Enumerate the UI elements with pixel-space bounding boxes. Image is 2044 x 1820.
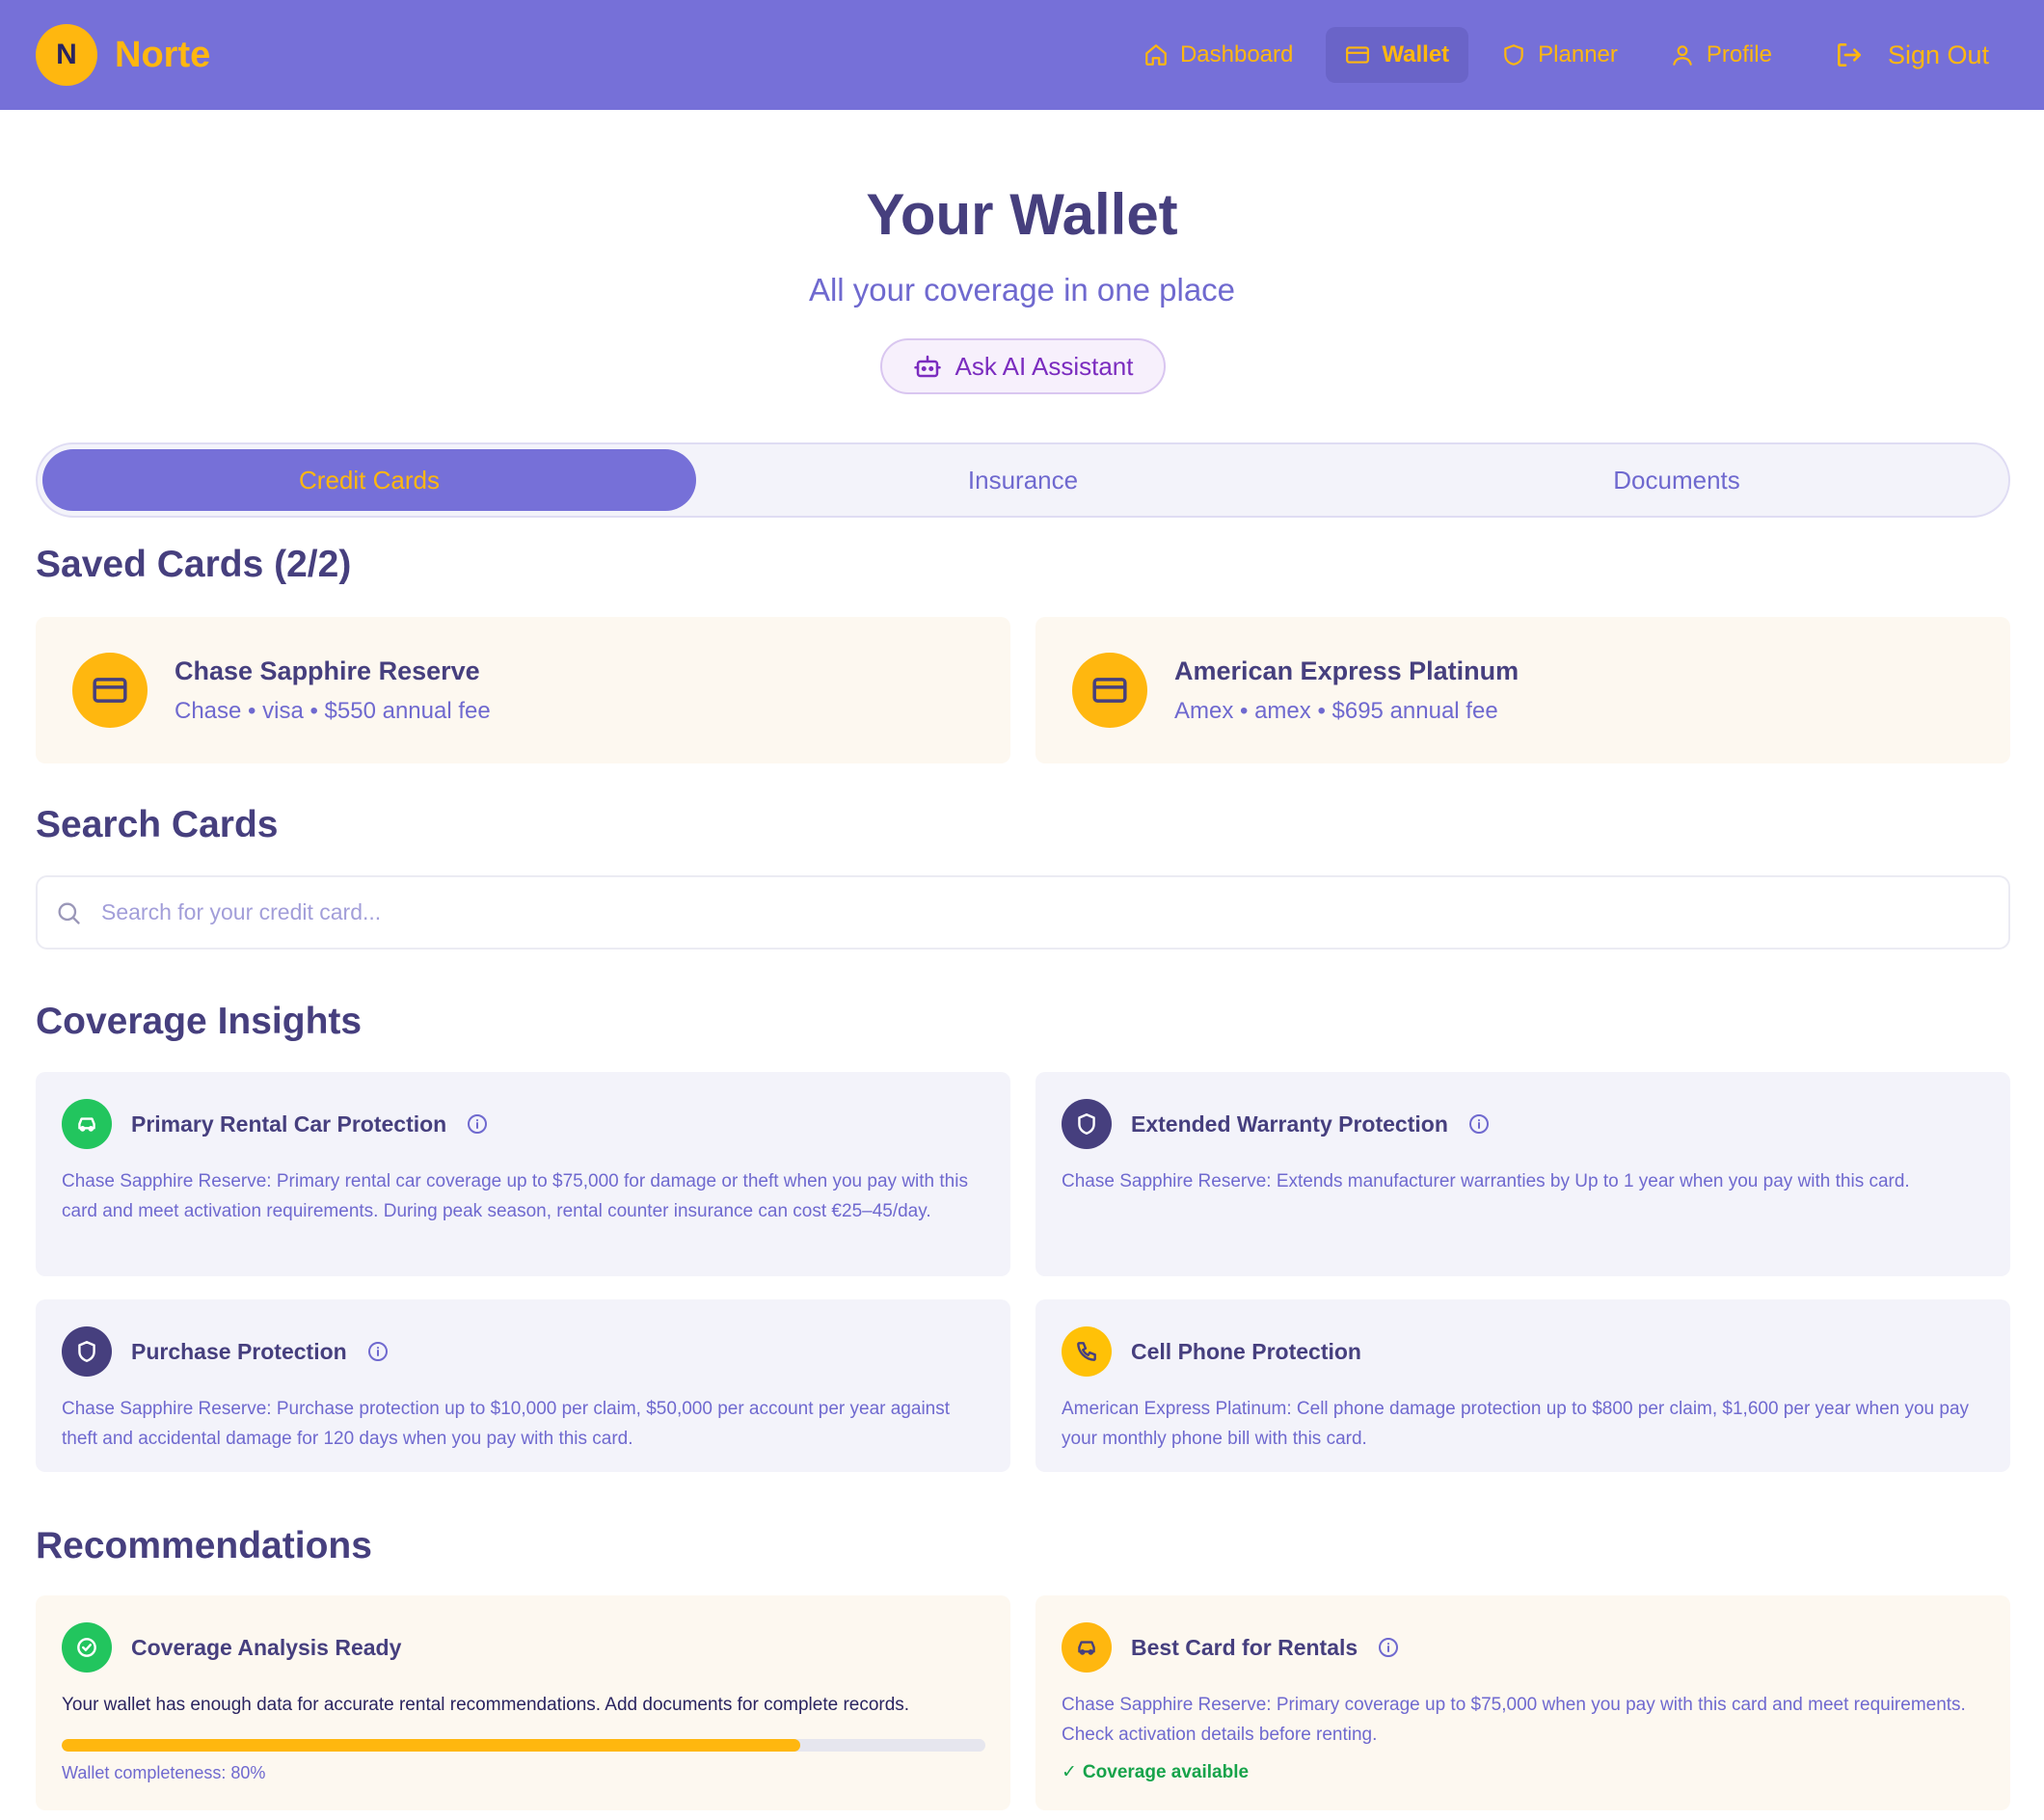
saved-card[interactable]: Chase Sapphire Reserve Chase • visa • $5… [36, 617, 1010, 763]
sign-out-label: Sign Out [1887, 40, 1989, 69]
nav-planner[interactable]: Planner [1482, 27, 1637, 83]
insight-icon-badge [1062, 1099, 1112, 1149]
search-cards-heading: Search Cards [36, 804, 279, 845]
insight-title: Primary Rental Car Protection [131, 1111, 447, 1137]
brand-name: Norte [115, 34, 211, 75]
nav-planner-label: Planner [1538, 41, 1618, 67]
insight-text: American Express Platinum: Cell phone da… [1062, 1399, 1970, 1449]
tab-documents[interactable]: Documents [1350, 449, 2004, 511]
credit-card-icon [1092, 678, 1127, 703]
rec-title: Coverage Analysis Ready [131, 1634, 402, 1660]
top-navbar: N Norte Dashboard Wallet Planner Profile… [0, 0, 2044, 110]
wallet-icon [1346, 46, 1370, 64]
nav-profile-label: Profile [1706, 41, 1772, 67]
credit-card-icon [93, 678, 127, 703]
card-icon-badge [72, 653, 148, 728]
home-icon [1145, 44, 1167, 66]
car-icon-badge [1062, 1622, 1112, 1673]
insight-title: Extended Warranty Protection [1131, 1111, 1448, 1137]
card-name: American Express Platinum [1174, 656, 1520, 685]
insight-icon-badge [1062, 1326, 1112, 1377]
wallet-tabs: Credit Cards Insurance Documents [36, 442, 2010, 518]
coverage-insights-heading: Coverage Insights [36, 1001, 363, 1042]
saved-cards-heading: Saved Cards (2/2) [36, 544, 352, 585]
user-icon [1673, 45, 1692, 66]
car-icon [78, 1117, 95, 1132]
card-icon-badge [1072, 653, 1147, 728]
wallet-completeness-bar [62, 1739, 985, 1752]
check-circle-icon [77, 1638, 96, 1657]
check-icon-badge [62, 1622, 112, 1673]
car-icon [1078, 1641, 1095, 1655]
rec-title: Best Card for Rentals [1131, 1634, 1358, 1660]
insight-title: Purchase Protection [131, 1338, 347, 1364]
info-icon[interactable] [1377, 1636, 1400, 1659]
nav-profile[interactable]: Profile [1651, 27, 1791, 83]
shield-icon [78, 1341, 95, 1362]
coverage-analysis-card: Coverage Analysis Ready Your wallet has … [36, 1595, 1010, 1810]
insight-title: Cell Phone Protection [1131, 1338, 1361, 1364]
shield-icon [1078, 1113, 1095, 1135]
insight-card: Primary Rental Car Protection Chase Sapp… [36, 1072, 1010, 1276]
search-icon [58, 902, 80, 924]
bot-icon [913, 355, 941, 378]
wallet-completeness-label: Wallet completeness: 80% [62, 1763, 266, 1782]
card-search-box [36, 875, 2010, 950]
insight-text: Chase Sapphire Reserve: Primary rental c… [62, 1171, 968, 1221]
card-name: Chase Sapphire Reserve [175, 656, 480, 685]
saved-card[interactable]: American Express Platinum Amex • amex • … [1035, 617, 2010, 763]
ask-ai-label: Ask AI Assistant [955, 351, 1134, 381]
card-meta: Amex • amex • $695 annual fee [1174, 697, 1498, 724]
insight-card: Purchase Protection Chase Sapphire Reser… [36, 1299, 1010, 1472]
main-nav: Dashboard Wallet Planner Profile Sign Ou… [1124, 0, 2008, 110]
insight-card: Extended Warranty Protection Chase Sapph… [1035, 1072, 2010, 1276]
best-card-rentals-card: Best Card for Rentals Chase Sapphire Res… [1035, 1595, 2010, 1810]
nav-wallet[interactable]: Wallet [1326, 27, 1469, 83]
nav-dashboard-label: Dashboard [1179, 41, 1294, 67]
insight-icon-badge [62, 1326, 112, 1377]
info-icon[interactable] [466, 1112, 489, 1136]
page-title: Your Wallet [866, 182, 1178, 247]
insight-text: Chase Sapphire Reserve: Purchase protect… [62, 1399, 951, 1449]
search-input[interactable] [101, 899, 1933, 925]
rec-text: Your wallet has enough data for accurate… [62, 1695, 910, 1715]
checkmark-icon: ✓ [1062, 1762, 1077, 1782]
rec-text: Chase Sapphire Reserve: Primary coverage… [1062, 1695, 1966, 1745]
insight-icon-badge [62, 1099, 112, 1149]
brand-logo: N [36, 24, 97, 86]
recommendations-heading: Recommendations [36, 1525, 372, 1566]
sign-out-icon [1837, 43, 1861, 67]
card-meta: Chase • visa • $550 annual fee [175, 697, 491, 724]
insight-text: Chase Sapphire Reserve: Extends manufact… [1062, 1171, 1910, 1191]
coverage-status-label: Coverage available [1082, 1761, 1250, 1782]
sign-out-button[interactable]: Sign Out [1815, 27, 2008, 83]
info-icon[interactable] [366, 1340, 390, 1363]
ask-ai-button[interactable]: Ask AI Assistant [880, 338, 1166, 394]
tab-insurance[interactable]: Insurance [696, 449, 1350, 511]
nav-dashboard[interactable]: Dashboard [1124, 27, 1312, 83]
nav-wallet-label: Wallet [1382, 41, 1450, 67]
page-subtitle: All your coverage in one place [808, 272, 1236, 308]
tab-credit-cards[interactable]: Credit Cards [42, 449, 696, 511]
coverage-status: ✓ Coverage available [1062, 1761, 1984, 1783]
phone-icon [1077, 1342, 1096, 1361]
brand[interactable]: N Norte [36, 24, 210, 86]
shield-icon [1504, 44, 1523, 66]
wallet-completeness-fill [62, 1739, 801, 1752]
info-icon[interactable] [1467, 1112, 1491, 1136]
insight-card: Cell Phone Protection American Express P… [1035, 1299, 2010, 1472]
